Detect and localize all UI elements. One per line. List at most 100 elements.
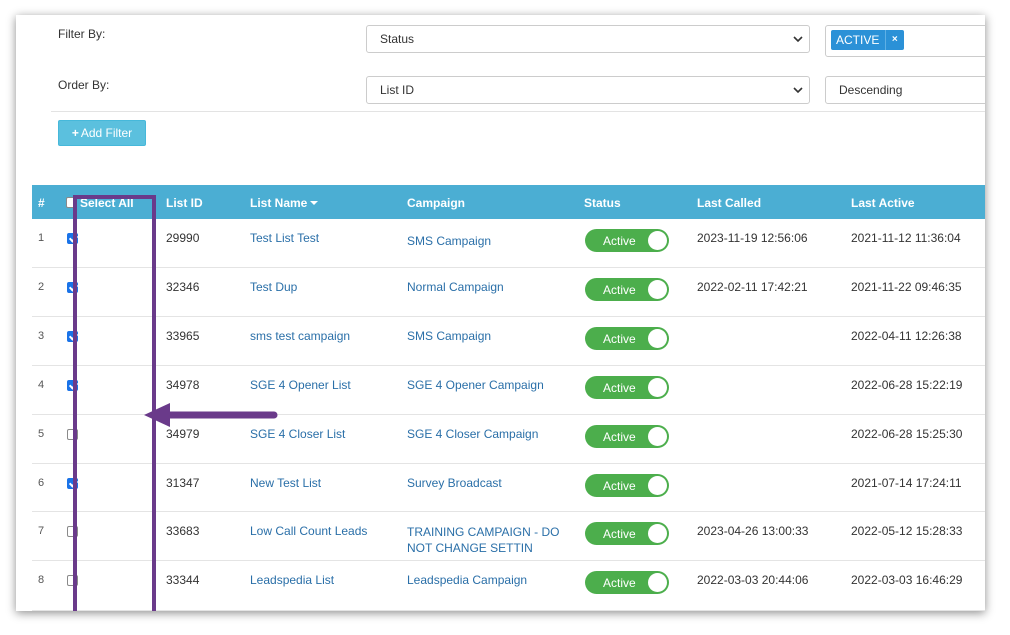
campaign-link[interactable]: SGE 4 Closer Campaign (407, 427, 538, 441)
status-toggle[interactable]: Active (585, 522, 669, 545)
toggle-knob (648, 378, 667, 397)
last-active-cell: 2022-06-28 15:25:30 (851, 427, 963, 441)
filter-value-multiselect[interactable]: ACTIVE × (825, 25, 985, 57)
table-row: 3 33965 sms test campaign SMS Campaign Activ… (32, 317, 985, 366)
header-status[interactable]: Status (584, 185, 621, 219)
status-toggle[interactable]: Active (585, 229, 669, 252)
filter-tag-active: ACTIVE × (831, 30, 905, 50)
table-row: 2 32346 Test Dup Normal Campaign Active 2022-… (32, 268, 985, 317)
status-toggle-label: Active (603, 576, 636, 590)
filter-field-value: Status (380, 32, 415, 46)
status-toggle-label: Active (603, 430, 636, 444)
row-number: 8 (38, 574, 45, 586)
order-by-label: Order By: (58, 78, 110, 92)
row-number: 4 (38, 379, 45, 391)
order-by-value: List ID (380, 83, 415, 97)
last-active-cell: 2021-11-12 11:36:04 (851, 231, 961, 245)
filter-tag-label: ACTIVE (836, 33, 880, 47)
header-last-active[interactable]: Last Active (851, 185, 915, 219)
campaign-link[interactable]: Survey Broadcast (407, 476, 502, 490)
toggle-knob (648, 280, 667, 299)
list-panel: Filter By: Status ACTIVE × Order By: Lis… (16, 15, 985, 611)
toggle-knob (648, 329, 667, 348)
row-number: 6 (38, 477, 45, 489)
header-last-called[interactable]: Last Called (697, 185, 761, 219)
status-toggle[interactable]: Active (585, 376, 669, 399)
status-toggle[interactable]: Active (585, 278, 669, 301)
last-called-cell: 2023-04-26 13:00:33 (697, 524, 809, 538)
last-active-cell: 2022-04-11 12:26:38 (851, 329, 962, 343)
status-toggle-label: Active (603, 332, 636, 346)
toggle-knob (648, 427, 667, 446)
list-name-link[interactable]: Test List Test (250, 231, 319, 245)
header-list-name[interactable]: List Name (250, 185, 319, 219)
table-row: 8 33344 Leadspedia List Leadspedia Campaign… (32, 561, 985, 611)
status-toggle[interactable]: Active (585, 474, 669, 497)
list-id-cell: 32346 (166, 280, 200, 294)
order-direction-select[interactable]: Descending (825, 76, 985, 104)
last-active-cell: 2021-07-14 17:24:11 (851, 476, 962, 490)
table-row: 1 29990 Test List Test SMS Campaign Active 20… (32, 219, 985, 268)
status-toggle-label: Active (603, 527, 636, 541)
campaign-link[interactable]: TRAINING CAMPAIGN - DO NOT CHANGE SETTIN (407, 524, 567, 556)
status-toggle-label: Active (603, 381, 636, 395)
annotation-arrow-icon (144, 403, 278, 427)
order-by-select[interactable]: List ID (366, 76, 810, 104)
status-toggle[interactable]: Active (585, 327, 669, 350)
table-header: # Select All List ID List Name Campaign … (32, 185, 985, 219)
last-active-cell: 2022-06-28 15:22:19 (851, 378, 963, 392)
list-name-link[interactable]: Low Call Count Leads (250, 524, 367, 538)
list-id-cell: 34978 (166, 378, 200, 392)
list-id-cell: 33683 (166, 524, 200, 538)
toggle-knob (648, 476, 667, 495)
add-filter-button[interactable]: + Add Filter (58, 120, 146, 146)
status-toggle[interactable]: Active (585, 571, 669, 594)
row-number: 3 (38, 330, 45, 342)
last-called-cell: 2022-03-03 20:44:06 (697, 573, 809, 587)
list-name-link[interactable]: sms test campaign (250, 329, 350, 343)
order-direction-value: Descending (839, 83, 903, 97)
list-id-cell: 33344 (166, 573, 200, 587)
list-name-link[interactable]: Test Dup (250, 280, 297, 294)
header-list-name-label: List Name (250, 196, 308, 210)
status-toggle-label: Active (603, 479, 636, 493)
chevron-down-icon (793, 87, 803, 94)
filter-by-label: Filter By: (58, 27, 106, 41)
header-list-id[interactable]: List ID (166, 185, 203, 219)
header-campaign[interactable]: Campaign (407, 185, 465, 219)
last-active-cell: 2022-03-03 16:46:29 (851, 573, 963, 587)
table-row: 7 33683 Low Call Count Leads TRAINING CAMPA… (32, 512, 985, 561)
list-name-link[interactable]: New Test List (250, 476, 321, 490)
toggle-knob (648, 524, 667, 543)
list-id-cell: 31347 (166, 476, 200, 490)
row-number: 2 (38, 281, 45, 293)
table-row: 6 31347 New Test List Survey Broadcast Activ… (32, 464, 985, 512)
status-toggle-label: Active (603, 283, 636, 297)
campaign-link[interactable]: SMS Campaign (407, 234, 491, 248)
row-number: 5 (38, 428, 45, 440)
last-active-cell: 2021-11-22 09:46:35 (851, 280, 962, 294)
last-active-cell: 2022-05-12 15:28:33 (851, 524, 963, 538)
last-called-cell: 2022-02-11 17:42:21 (697, 280, 808, 294)
campaign-link[interactable]: Normal Campaign (407, 280, 504, 294)
filter-divider (51, 111, 985, 112)
list-name-link[interactable]: SGE 4 Opener List (250, 378, 351, 392)
list-name-link[interactable]: Leadspedia List (250, 573, 334, 587)
row-number: 7 (38, 525, 45, 537)
filter-field-select[interactable]: Status (366, 25, 810, 53)
campaign-link[interactable]: SMS Campaign (407, 329, 491, 343)
last-called-cell: 2023-11-19 12:56:06 (697, 231, 808, 245)
remove-tag-icon[interactable]: × (885, 30, 900, 50)
add-filter-label: Add Filter (80, 126, 133, 140)
chevron-down-icon (793, 36, 803, 43)
plus-icon: + (71, 126, 79, 140)
header-row-number: # (38, 196, 45, 210)
sort-desc-icon (310, 201, 319, 205)
list-id-cell: 33965 (166, 329, 200, 343)
campaign-link[interactable]: Leadspedia Campaign (407, 573, 527, 587)
toggle-knob (648, 573, 667, 592)
campaign-link[interactable]: SGE 4 Opener Campaign (407, 378, 544, 392)
status-toggle[interactable]: Active (585, 425, 669, 448)
list-id-cell: 29990 (166, 231, 200, 245)
row-number: 1 (38, 232, 45, 244)
